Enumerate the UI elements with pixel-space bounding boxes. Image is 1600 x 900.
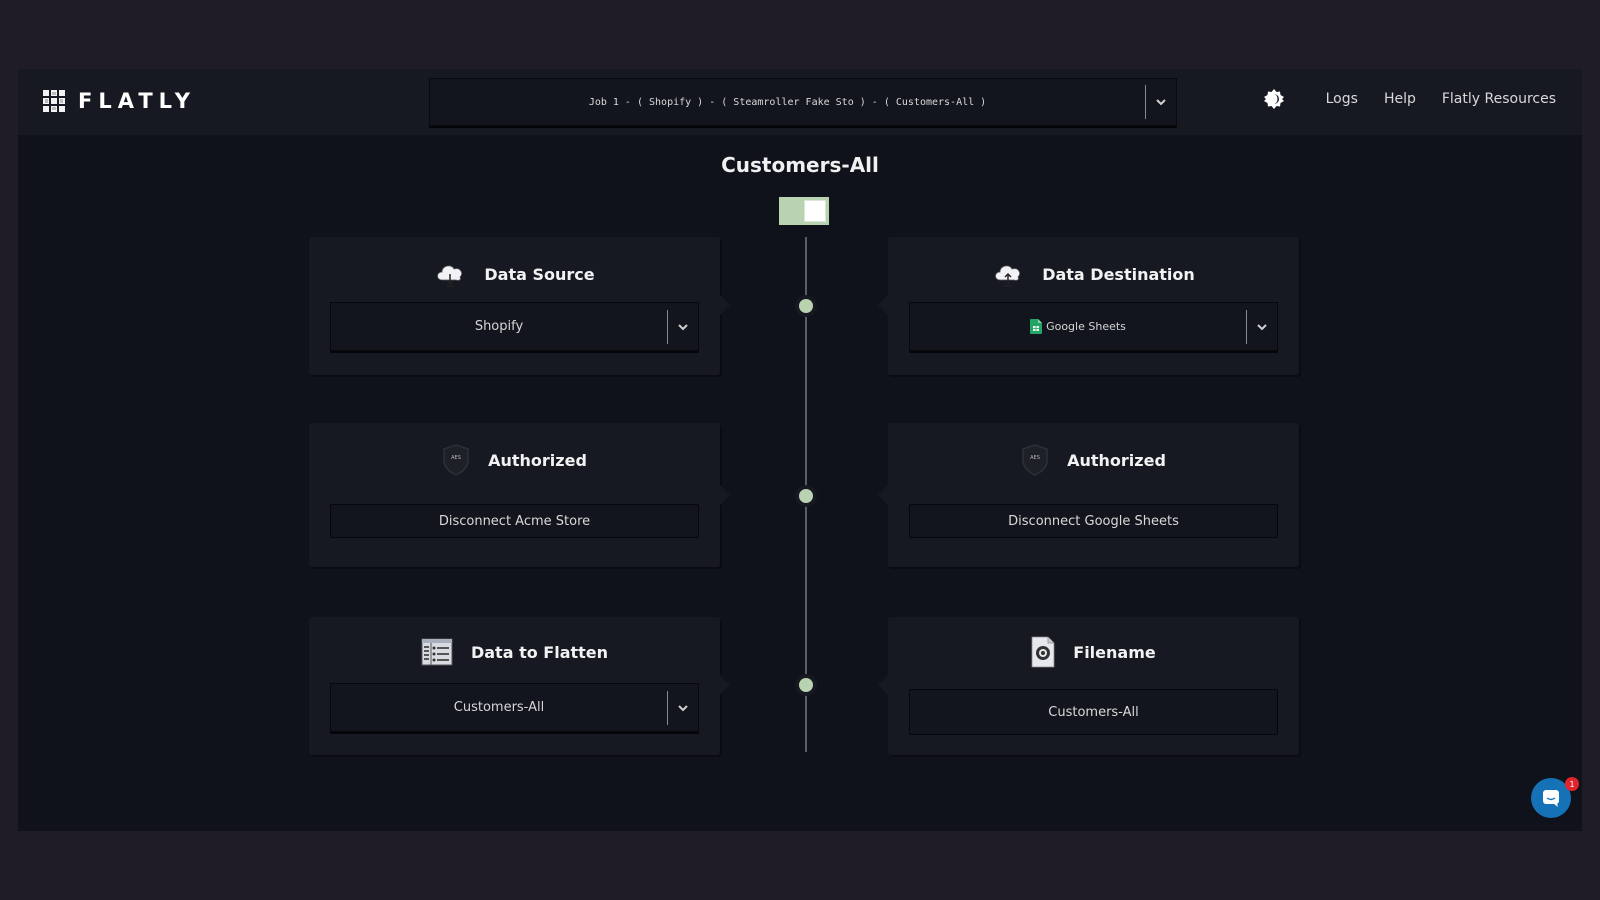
top-navbar: FLATLY Job 1 - ( Shopify ) - ( Steamroll…	[18, 69, 1582, 135]
disconnect-source-button[interactable]: Disconnect Acme Store	[330, 504, 699, 538]
source-auth-card: AES Authorized Disconnect Acme Store	[309, 423, 730, 567]
data-to-flatten-select[interactable]: Customers-All	[330, 683, 699, 732]
brightness-icon[interactable]	[1263, 89, 1284, 109]
card-header: Data Source	[309, 259, 720, 289]
data-source-card: Data Source Shopify	[309, 237, 730, 375]
data-to-flatten-value: Customers-All	[453, 700, 545, 715]
data-destination-value: Google Sheets	[910, 319, 1246, 334]
nav-link-logs[interactable]: Logs	[1326, 91, 1358, 107]
table-list-icon	[421, 638, 453, 666]
data-destination-card: Data Destination Google Sheets	[878, 237, 1299, 375]
job-selector[interactable]: Job 1 - ( Shopify ) - ( Steamroller Fake…	[429, 78, 1177, 126]
job-enabled-toggle[interactable]	[779, 197, 829, 225]
card-title: Data Source	[484, 264, 595, 284]
timeline-dot	[799, 299, 813, 313]
filename-input[interactable]: Customers-All	[909, 689, 1278, 735]
card-title: Filename	[1073, 642, 1156, 662]
destination-auth-card: AES Authorized Disconnect Google Sheets	[878, 423, 1299, 567]
cloud-upload-icon	[995, 265, 1021, 287]
job-selector-value: Job 1 - ( Shopify ) - ( Steamroller Fake…	[588, 96, 987, 108]
notification-badge: 1	[1565, 777, 1579, 791]
card-header: Filename	[888, 636, 1299, 668]
logo[interactable]: FLATLY	[42, 89, 196, 113]
card-header: AES Authorized	[309, 444, 720, 476]
svg-text:AES: AES	[451, 455, 461, 461]
filename-card: Filename Customers-All	[878, 617, 1299, 755]
toggle-knob	[804, 200, 826, 222]
nav-link-help[interactable]: Help	[1384, 91, 1416, 107]
file-gear-icon	[1031, 636, 1055, 668]
card-title: Data to Flatten	[470, 642, 609, 662]
page-title: Customers-All	[721, 153, 879, 177]
data-destination-select[interactable]: Google Sheets	[909, 302, 1278, 351]
chevron-down-icon[interactable]	[668, 323, 698, 331]
data-source-select[interactable]: Shopify	[330, 302, 699, 351]
card-title: Authorized	[1067, 450, 1166, 470]
card-header: AES Authorized	[888, 444, 1299, 476]
timeline-dot	[799, 678, 813, 692]
disconnect-destination-button[interactable]: Disconnect Google Sheets	[909, 504, 1278, 538]
nav-links: Logs Help Flatly Resources	[1263, 89, 1556, 109]
aes-shield-icon: AES	[443, 444, 469, 476]
svg-text:AES: AES	[1030, 455, 1040, 461]
card-title: Authorized	[488, 450, 587, 470]
google-sheets-icon	[1030, 319, 1043, 334]
nav-link-flatly-resources[interactable]: Flatly Resources	[1442, 91, 1556, 107]
app-window: FLATLY Job 1 - ( Shopify ) - ( Steamroll…	[18, 69, 1582, 831]
logo-text: FLATLY	[78, 89, 196, 113]
cloud-download-icon	[437, 265, 463, 287]
chevron-down-icon[interactable]	[1146, 98, 1176, 106]
card-title: Data Destination	[1042, 264, 1195, 284]
flatly-logo-icon	[43, 90, 65, 112]
card-header: Data to Flatten	[309, 637, 720, 667]
timeline-dot	[799, 489, 813, 503]
chevron-down-icon[interactable]	[668, 704, 698, 712]
card-header: Data Destination	[888, 259, 1299, 289]
data-to-flatten-card: Data to Flatten Customers-All	[309, 617, 730, 755]
chat-icon	[1543, 790, 1559, 807]
chevron-down-icon[interactable]	[1247, 323, 1277, 331]
aes-shield-icon: AES	[1022, 444, 1048, 476]
data-source-value: Shopify	[474, 319, 524, 334]
